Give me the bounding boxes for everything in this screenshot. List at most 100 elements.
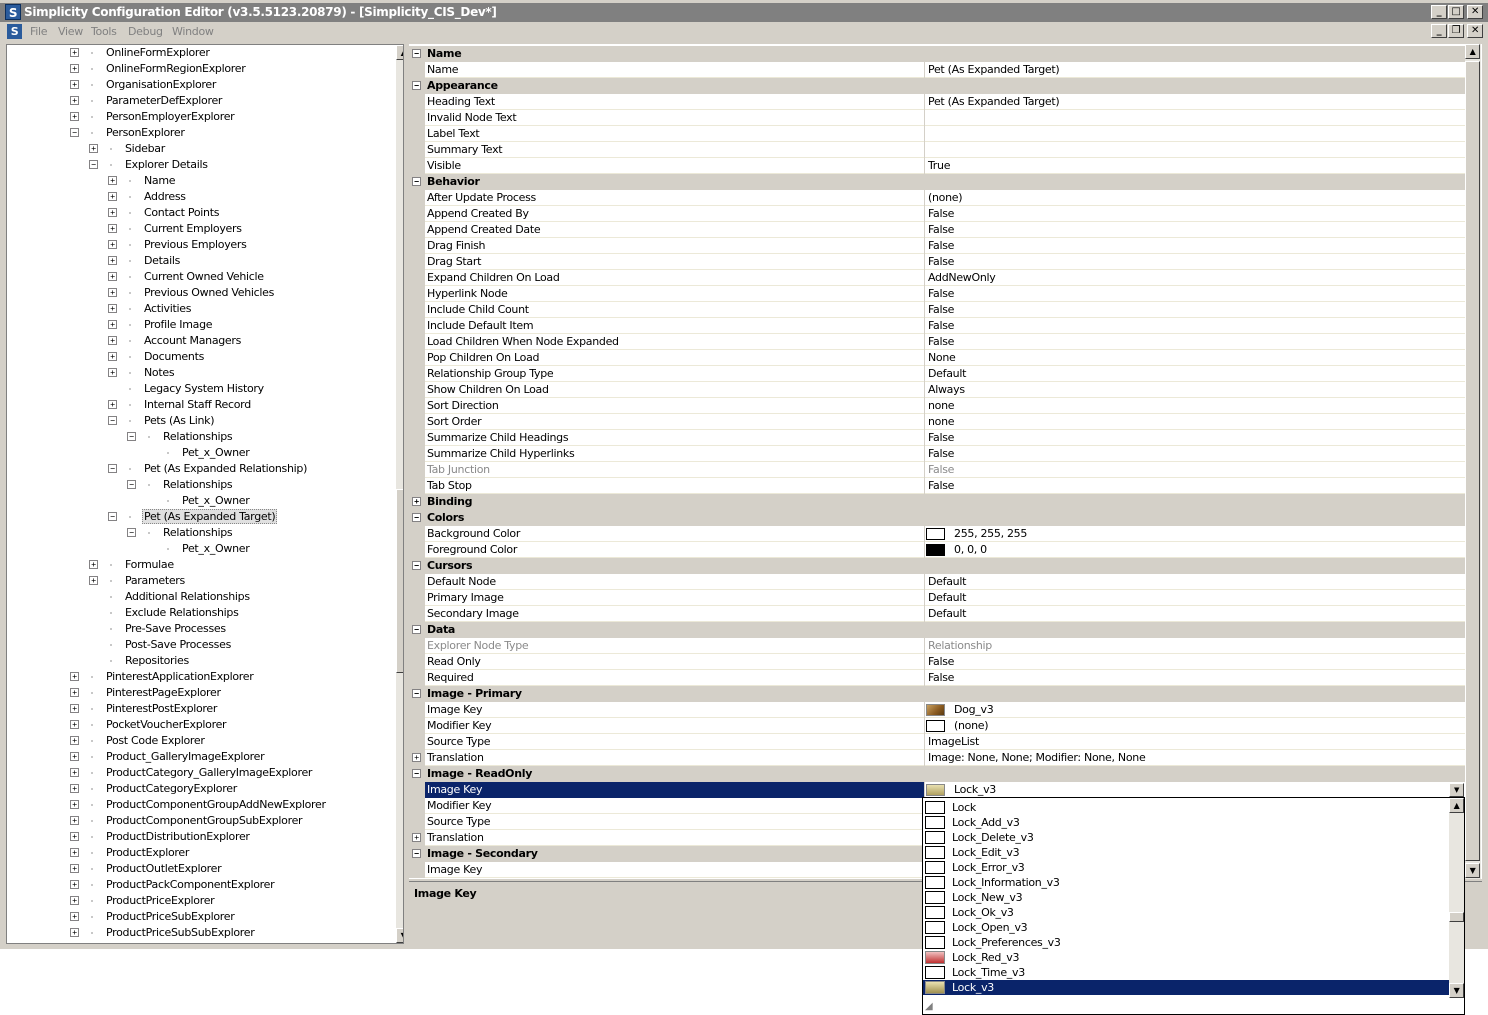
expand-icon[interactable]: + <box>108 368 117 377</box>
tree-node-label[interactable]: Relationships <box>161 526 234 539</box>
property-row[interactable]: Read Only False <box>409 654 1465 670</box>
tree-node-label[interactable]: OnlineFormRegionExplorer <box>104 62 247 75</box>
tree-node[interactable]: + Sidebar <box>7 141 392 157</box>
property-row[interactable]: After Update Process (none) <box>409 190 1465 206</box>
property-name[interactable]: Translation <box>427 831 484 844</box>
column-divider[interactable] <box>924 270 925 286</box>
expand-icon[interactable]: + <box>108 352 117 361</box>
property-name[interactable]: Sort Order <box>427 415 482 428</box>
property-row[interactable]: Foreground Color 0, 0, 0 <box>409 542 1465 558</box>
tree-node-label[interactable]: ProductDistributionExplorer <box>104 830 252 843</box>
property-name[interactable]: Drag Start <box>427 255 481 268</box>
expand-icon[interactable]: + <box>108 304 117 313</box>
collapse-icon[interactable]: − <box>412 625 421 634</box>
tree-node-label[interactable]: PinterestPageExplorer <box>104 686 223 699</box>
tree-node-label[interactable]: Pet_x_Owner <box>180 494 251 507</box>
tree-node[interactable]: + Post Code Explorer <box>7 733 392 749</box>
column-divider[interactable] <box>924 190 925 206</box>
property-value[interactable]: 0, 0, 0 <box>954 543 987 556</box>
tree-node[interactable]: + Previous Owned Vehicles <box>7 285 392 301</box>
property-value[interactable]: False <box>928 319 954 332</box>
property-name[interactable]: Load Children When Node Expanded <box>427 335 619 348</box>
expand-icon[interactable]: + <box>108 192 117 201</box>
property-name[interactable]: Explorer Node Type <box>427 639 529 652</box>
expand-icon[interactable]: + <box>108 400 117 409</box>
expand-icon[interactable]: + <box>70 800 79 809</box>
column-divider[interactable] <box>924 222 925 238</box>
property-name[interactable]: Hyperlink Node <box>427 287 508 300</box>
expand-icon[interactable]: + <box>70 848 79 857</box>
property-value[interactable]: AddNewOnly <box>928 271 996 284</box>
expand-icon[interactable]: + <box>70 64 79 73</box>
collapse-icon[interactable]: − <box>412 689 421 698</box>
property-category[interactable]: − Cursors <box>409 558 1465 574</box>
dropdown-option[interactable]: Lock_v3 <box>923 980 1449 995</box>
column-divider[interactable] <box>924 590 925 606</box>
column-divider[interactable] <box>924 142 925 158</box>
tree-node-label[interactable]: OrganisationExplorer <box>104 78 218 91</box>
column-divider[interactable] <box>924 734 925 750</box>
scroll-up-button[interactable]: ▲ <box>396 45 403 60</box>
property-value[interactable]: none <box>928 399 955 412</box>
tree-node[interactable]: + Parameters <box>7 573 392 589</box>
tree-node[interactable]: Additional Relationships <box>7 589 392 605</box>
expand-icon[interactable]: + <box>70 672 79 681</box>
tree-node-label[interactable]: ProductOutletExplorer <box>104 862 223 875</box>
tree-node[interactable]: + ProductExplorer <box>7 845 392 861</box>
property-name[interactable]: Modifier Key <box>427 799 492 812</box>
scroll-thumb[interactable] <box>1449 912 1464 922</box>
property-row[interactable]: Summary Text <box>409 142 1465 158</box>
property-row[interactable]: Summarize Child Headings False <box>409 430 1465 446</box>
column-divider[interactable] <box>924 302 925 318</box>
tree-node[interactable]: + Account Managers <box>7 333 392 349</box>
column-divider[interactable] <box>924 286 925 302</box>
tree-node-label[interactable]: Previous Owned Vehicles <box>142 286 276 299</box>
mdi-restore-button[interactable]: ❐ <box>1448 24 1464 38</box>
property-name[interactable]: Expand Children On Load <box>427 271 560 284</box>
expand-icon[interactable]: + <box>412 497 421 506</box>
tree-node[interactable]: + Internal Staff Record <box>7 397 392 413</box>
property-name[interactable]: Source Type <box>427 735 491 748</box>
tree-node[interactable]: + PinterestPageExplorer <box>7 685 392 701</box>
property-name[interactable]: Append Created By <box>427 207 529 220</box>
expand-icon[interactable]: + <box>70 96 79 105</box>
property-name[interactable]: Primary Image <box>427 591 504 604</box>
property-row[interactable]: Name Pet (As Expanded Target) <box>409 62 1465 78</box>
collapse-icon[interactable]: − <box>412 49 421 58</box>
property-row[interactable]: Sort Direction none <box>409 398 1465 414</box>
property-value[interactable]: False <box>928 303 954 316</box>
app-icon[interactable]: S <box>5 4 21 20</box>
dropdown-option[interactable]: Lock_New_v3 <box>923 890 1449 905</box>
property-value[interactable]: False <box>928 207 954 220</box>
column-divider[interactable] <box>924 382 925 398</box>
property-row[interactable]: Tab Stop False <box>409 478 1465 494</box>
tree-node[interactable]: Pet_x_Owner <box>7 445 392 461</box>
expand-icon[interactable]: + <box>70 768 79 777</box>
menu-file[interactable]: File <box>30 25 48 38</box>
property-row[interactable]: Primary Image Default <box>409 590 1465 606</box>
property-value[interactable]: Image: None, None; Modifier: None, None <box>928 751 1146 764</box>
maximize-button[interactable]: □ <box>1448 5 1464 19</box>
column-divider[interactable] <box>924 638 925 654</box>
tree-node[interactable]: − Explorer Details <box>7 157 392 173</box>
tree-node-label[interactable]: Pet (As Expanded Relationship) <box>142 462 309 475</box>
dropdown-option[interactable]: Lock_Delete_v3 <box>923 830 1449 845</box>
tree-node[interactable]: + ProductComponentGroupAddNewExplorer <box>7 797 392 813</box>
tree-node-label[interactable]: Current Owned Vehicle <box>142 270 266 283</box>
property-value[interactable]: False <box>928 447 954 460</box>
tree-node[interactable]: + Current Owned Vehicle <box>7 269 392 285</box>
tree-node[interactable]: + OrganisationExplorer <box>7 77 392 93</box>
resize-grip-icon[interactable]: ◢ <box>925 1001 933 1012</box>
tree-node[interactable]: + OnlineFormExplorer <box>7 45 392 61</box>
property-row[interactable]: Secondary Image Default <box>409 606 1465 622</box>
tree-node[interactable]: − Pet (As Expanded Target) <box>7 509 392 525</box>
property-row[interactable]: Visible True <box>409 158 1465 174</box>
tree-node-label[interactable]: ParameterDefExplorer <box>104 94 224 107</box>
property-grid-scrollbar[interactable]: ▲ ▼ <box>1465 44 1481 879</box>
property-value[interactable]: Always <box>928 383 965 396</box>
column-divider[interactable] <box>924 750 925 766</box>
tree-node-label[interactable]: Legacy System History <box>142 382 266 395</box>
property-name[interactable]: Relationship Group Type <box>427 367 554 380</box>
dropdown-option[interactable]: Lock_Preferences_v3 <box>923 935 1449 950</box>
collapse-icon[interactable]: − <box>108 512 117 521</box>
